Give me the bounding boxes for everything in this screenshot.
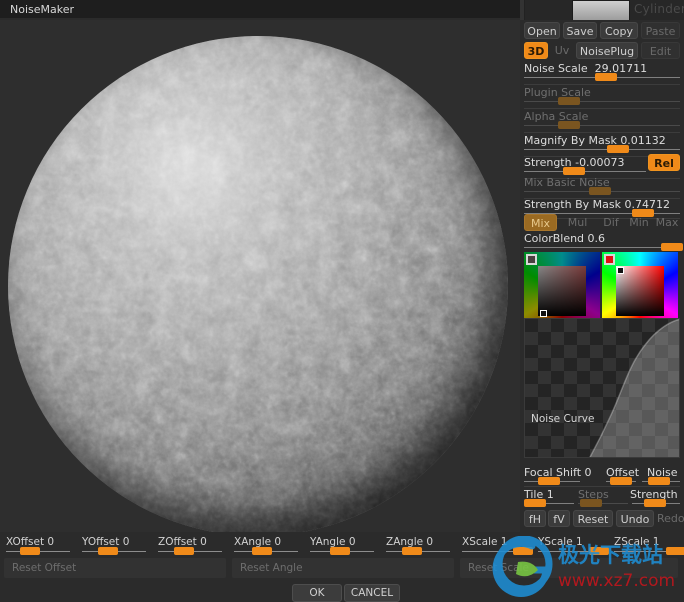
slider-knob[interactable] bbox=[589, 547, 610, 555]
saturation-field[interactable] bbox=[538, 266, 586, 316]
slider-zscale-label: ZScale 1 bbox=[614, 536, 660, 548]
curve-buttons-row: fH fV Reset Undo Redo bbox=[520, 510, 684, 528]
rel-button[interactable]: Rel bbox=[648, 154, 680, 171]
slider-track[interactable] bbox=[524, 101, 680, 102]
noise-curve-label: Noise Curve bbox=[531, 413, 595, 425]
slider-knob[interactable] bbox=[562, 167, 585, 175]
mode-buttons-row: 3D Uv NoisePlug Edit bbox=[520, 42, 684, 60]
mode-uv-button[interactable]: Uv bbox=[551, 42, 573, 59]
save-button[interactable]: Save bbox=[563, 22, 597, 39]
blend-mix-button[interactable]: Mix bbox=[524, 214, 557, 231]
curve-shape bbox=[589, 319, 679, 457]
slider-knob[interactable] bbox=[402, 547, 423, 555]
slider-knob[interactable] bbox=[606, 145, 629, 153]
slider-zangle[interactable]: ZAngle 0 bbox=[384, 536, 452, 560]
noise-preview-sphere[interactable] bbox=[8, 36, 508, 532]
slider-track[interactable] bbox=[524, 247, 680, 248]
slider-knob[interactable] bbox=[20, 547, 41, 555]
slider-yangle[interactable]: YAngle 0 bbox=[308, 536, 376, 560]
color-cursor[interactable] bbox=[540, 310, 547, 317]
slider-knob[interactable] bbox=[252, 547, 273, 555]
slider-color-blend[interactable]: ColorBlend 0.6 bbox=[520, 232, 684, 254]
window-title: NoiseMaker bbox=[10, 3, 75, 16]
titlebar: NoiseMaker bbox=[0, 0, 520, 18]
slider-knob[interactable] bbox=[329, 547, 350, 555]
blend-min-button[interactable]: Min bbox=[624, 214, 654, 231]
reset-scale-button[interactable]: Reset Scale bbox=[460, 558, 678, 578]
slider-knob[interactable] bbox=[648, 477, 670, 485]
noiseplug-button[interactable]: NoisePlug bbox=[576, 42, 638, 59]
noisemaker-window: ◕ ⌕ Cylinder NoiseMaker Recenter Frame Z… bbox=[0, 0, 684, 602]
copy-button[interactable]: Copy bbox=[600, 22, 638, 39]
slider-track[interactable] bbox=[524, 125, 680, 126]
slider-yscale[interactable]: YScale 1 bbox=[536, 536, 610, 560]
slider-knob[interactable] bbox=[610, 477, 632, 485]
slider-knob[interactable] bbox=[580, 499, 602, 507]
curve-undo-button[interactable]: Undo bbox=[616, 510, 654, 527]
model-label: Cylinder bbox=[634, 2, 684, 16]
mode-3d-button[interactable]: 3D bbox=[524, 42, 548, 59]
slider-noise-scale[interactable]: Noise Scale 29.01711 bbox=[520, 62, 684, 84]
edit-button[interactable]: Edit bbox=[641, 42, 680, 59]
slider-knob[interactable] bbox=[661, 243, 684, 251]
file-buttons-row: Open Save Copy Paste bbox=[520, 22, 684, 40]
slider-yoffset[interactable]: YOffset 0 bbox=[80, 536, 148, 560]
flip-h-button[interactable]: fH bbox=[524, 510, 546, 527]
slider-xscale[interactable]: XScale 1 bbox=[460, 536, 534, 560]
slider-xoffset[interactable]: XOffset 0 bbox=[4, 536, 72, 560]
slider-knob[interactable] bbox=[524, 499, 546, 507]
slider-yscale-label: YScale 1 bbox=[538, 536, 583, 548]
slider-knob[interactable] bbox=[644, 499, 666, 507]
color-cursor[interactable] bbox=[617, 267, 624, 274]
slider-knob[interactable] bbox=[666, 547, 684, 555]
tool-thumbnail[interactable] bbox=[572, 0, 630, 22]
color-swatch[interactable] bbox=[526, 254, 537, 265]
slider-knob[interactable] bbox=[557, 121, 580, 129]
blend-mul-button[interactable]: Mul bbox=[561, 214, 594, 231]
slider-focal-shift[interactable]: Focal Shift 0 Offset Noise bbox=[520, 466, 684, 488]
slider-xangle[interactable]: XAngle 0 bbox=[232, 536, 300, 560]
slider-mix-basic-noise[interactable]: Mix Basic Noise bbox=[520, 176, 684, 198]
slider-knob[interactable] bbox=[588, 187, 611, 195]
slider-zoffset[interactable]: ZOffset 0 bbox=[156, 536, 224, 560]
slider-plugin-scale[interactable]: Plugin Scale bbox=[520, 86, 684, 108]
ok-button[interactable]: OK bbox=[292, 584, 342, 602]
blend-mode-row: Mix Mul Dif Min Max bbox=[520, 214, 684, 232]
slider-track[interactable] bbox=[524, 171, 646, 172]
slider-magnify-by-mask[interactable]: Magnify By Mask 0.01132 bbox=[520, 134, 684, 156]
open-button[interactable]: Open bbox=[524, 22, 560, 39]
slider-magnify-by-mask-label: Magnify By Mask 0.01132 bbox=[524, 134, 666, 147]
curve-redo-button[interactable]: Redo bbox=[657, 510, 684, 527]
slider-knob[interactable] bbox=[98, 547, 119, 555]
color-swatch[interactable] bbox=[604, 254, 615, 265]
blend-dif-button[interactable]: Dif bbox=[596, 214, 626, 231]
curve-reset-button[interactable]: Reset bbox=[573, 510, 613, 527]
slider-knob[interactable] bbox=[513, 547, 534, 555]
slider-noise-scale-label: Noise Scale 29.01711 bbox=[524, 62, 648, 75]
reset-angle-button[interactable]: Reset Angle bbox=[232, 558, 454, 578]
blend-max-button[interactable]: Max bbox=[652, 214, 682, 231]
slider-tile[interactable]: Tile 1 Steps Strength bbox=[520, 488, 684, 510]
slider-alpha-scale[interactable]: Alpha Scale bbox=[520, 110, 684, 132]
slider-knob[interactable] bbox=[595, 73, 618, 81]
preview-viewport[interactable]: Alpha On/Off bbox=[0, 20, 520, 532]
noise-settings-panel: Open Save Copy Paste 3D Uv NoisePlug Edi… bbox=[520, 20, 684, 532]
flip-v-button[interactable]: fV bbox=[548, 510, 570, 527]
slider-xscale-label: XScale 1 bbox=[462, 536, 508, 548]
slider-knob[interactable] bbox=[557, 97, 580, 105]
slider-knob[interactable] bbox=[173, 547, 194, 555]
slider-strength[interactable]: Strength -0.00073 Rel bbox=[520, 154, 684, 178]
cancel-button[interactable]: CANCEL bbox=[344, 584, 400, 602]
sphere-shading bbox=[8, 36, 508, 532]
slider-zscale[interactable]: ZScale 1 bbox=[612, 536, 684, 560]
noise-curve-editor[interactable]: Noise Curve bbox=[524, 318, 680, 458]
slider-color-blend-label: ColorBlend 0.6 bbox=[524, 232, 606, 245]
slider-knob[interactable] bbox=[538, 477, 560, 485]
reset-offset-button[interactable]: Reset Offset bbox=[4, 558, 226, 578]
paste-button[interactable]: Paste bbox=[641, 22, 680, 39]
slider-track[interactable] bbox=[524, 149, 680, 150]
